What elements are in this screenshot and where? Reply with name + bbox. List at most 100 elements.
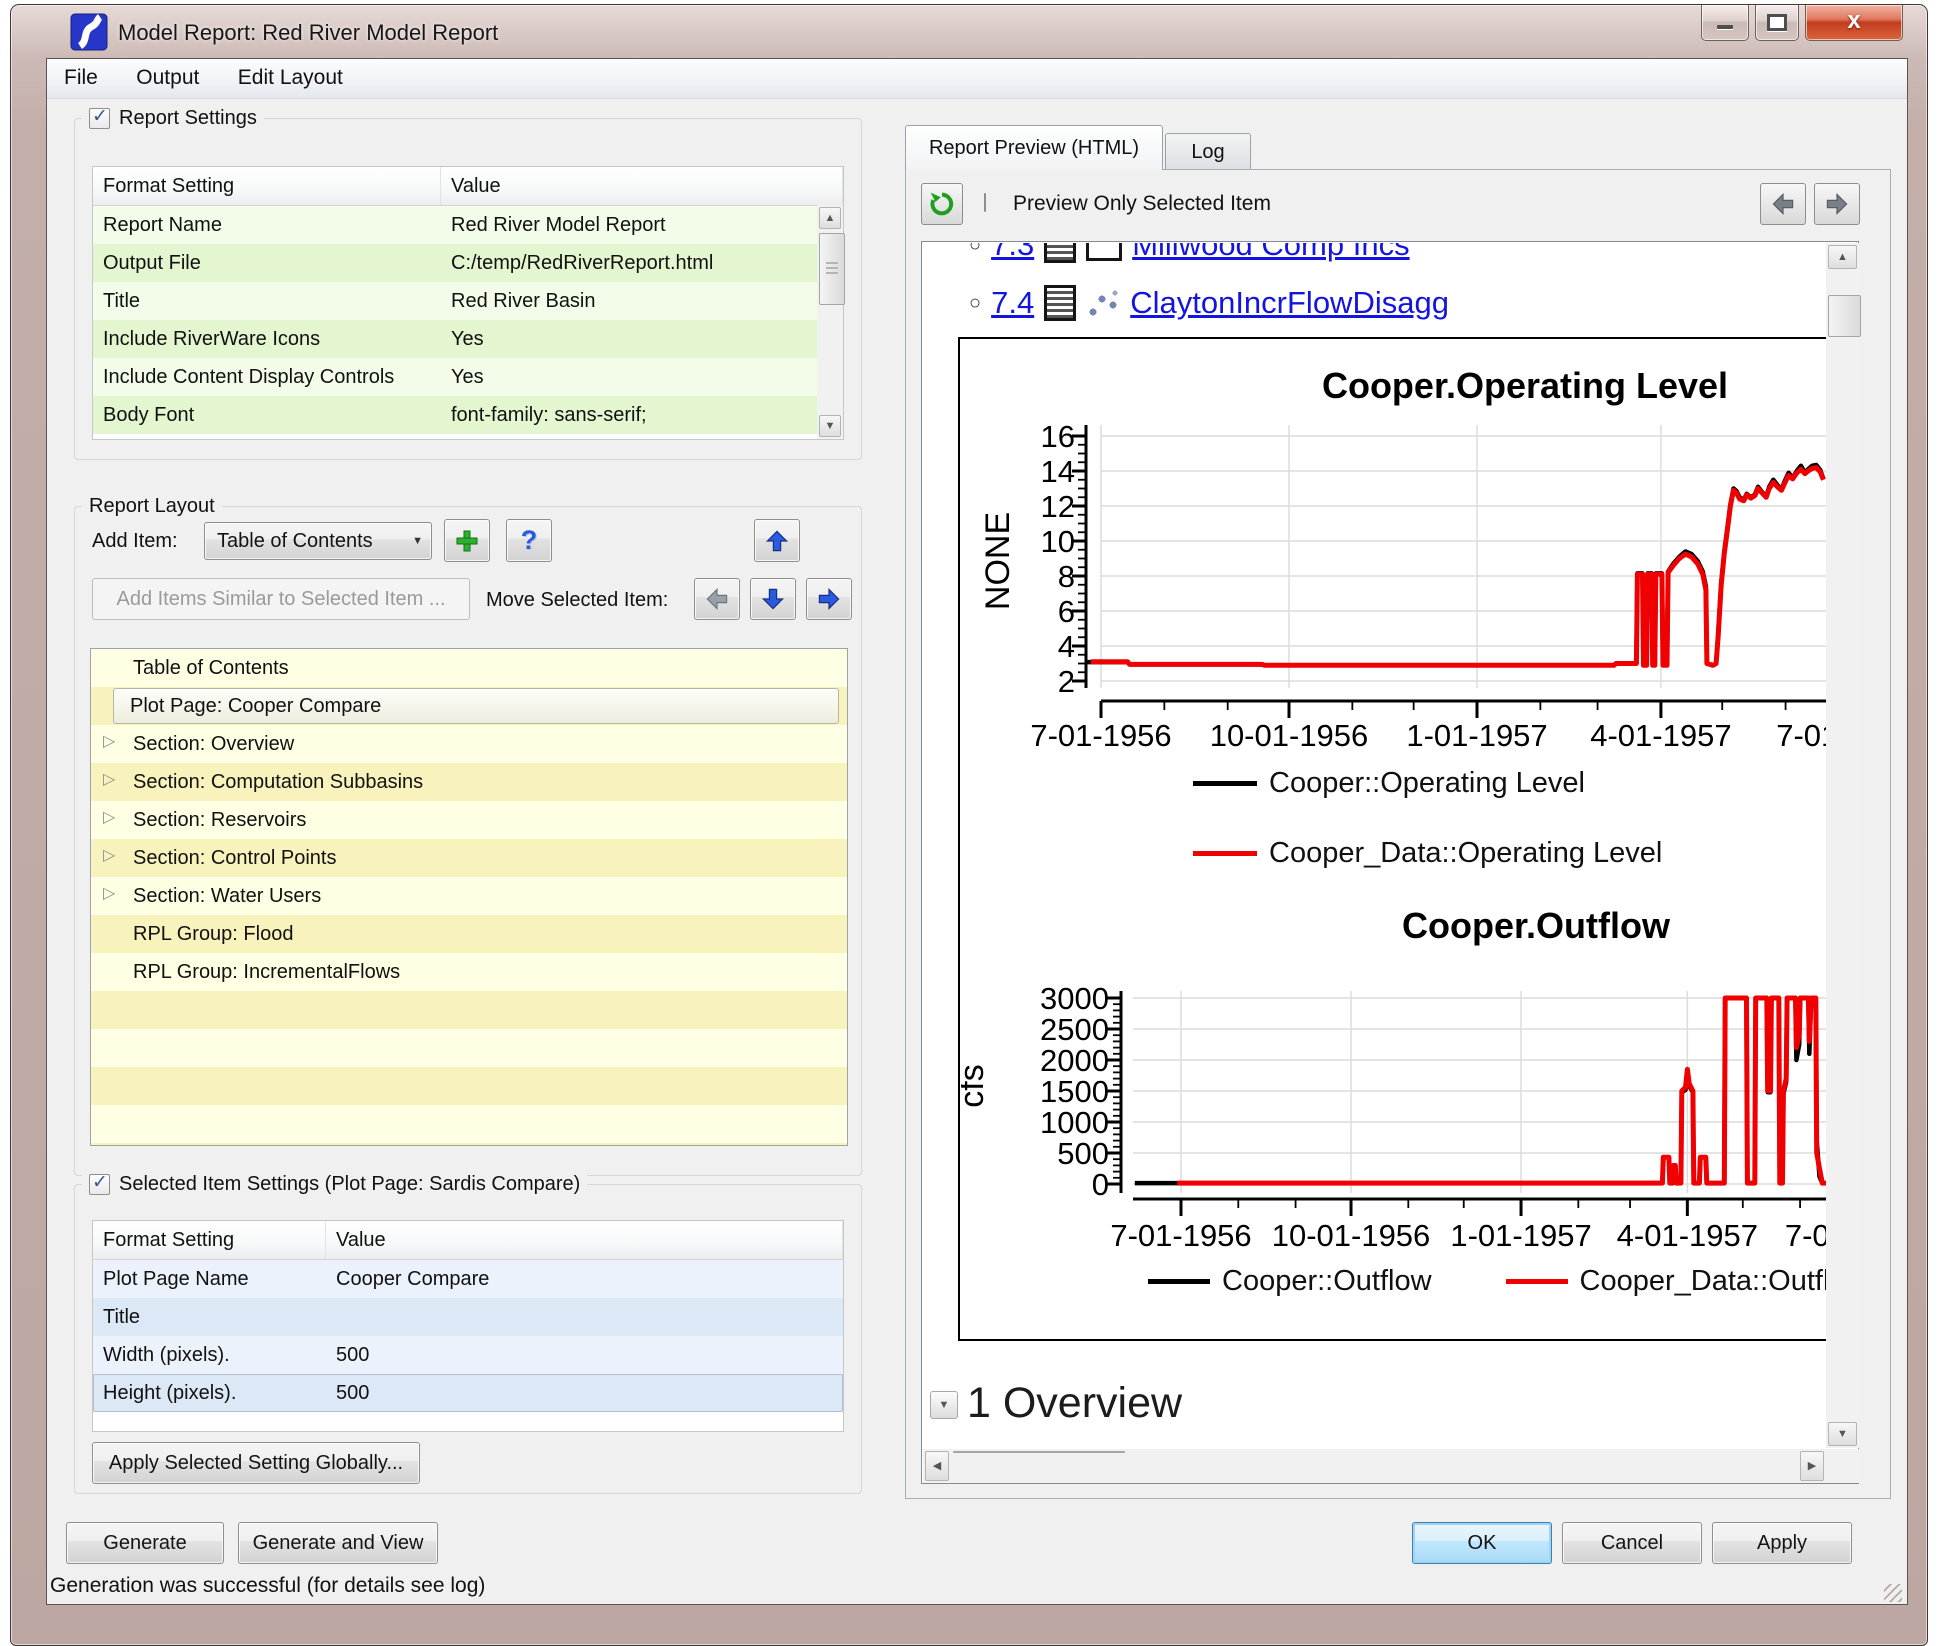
table-row[interactable]: Width (pixels).500 bbox=[93, 1336, 843, 1374]
cell-setting[interactable]: Title bbox=[93, 1306, 326, 1329]
cell-setting[interactable]: Title bbox=[93, 290, 441, 313]
table-header[interactable]: Format Setting Value bbox=[93, 1221, 843, 1260]
selected-item-settings-checkbox[interactable] bbox=[89, 1174, 110, 1195]
table-row[interactable]: Plot Page NameCooper Compare bbox=[93, 1260, 843, 1298]
cell-value[interactable]: Red River Basin bbox=[441, 290, 817, 313]
chart-title: Cooper.Outflow bbox=[1326, 905, 1746, 947]
list-item[interactable]: RPL Group: Flood bbox=[91, 915, 847, 953]
close-button[interactable]: x bbox=[1805, 5, 1903, 41]
cell-setting[interactable]: Include Content Display Controls bbox=[93, 366, 441, 389]
cell-value[interactable]: Yes bbox=[441, 328, 817, 351]
list-item[interactable]: ▷Section: Computation Subbasins bbox=[91, 763, 847, 801]
cell-value[interactable]: font-family: sans-serif; bbox=[441, 404, 817, 427]
toc-item-link[interactable]: ClaytonIncrFlowDisagg bbox=[1130, 285, 1449, 321]
minimize-button[interactable] bbox=[1701, 5, 1749, 41]
ok-button[interactable]: OK bbox=[1412, 1522, 1552, 1564]
cell-value[interactable]: 500 bbox=[326, 1382, 843, 1405]
cell-setting[interactable]: Include RiverWare Icons bbox=[93, 328, 441, 351]
column-header[interactable]: Format Setting bbox=[93, 1221, 326, 1259]
report-settings-checkbox[interactable] bbox=[89, 108, 110, 129]
table-row[interactable]: Include Content Display ControlsYes bbox=[93, 358, 817, 396]
move-left-button[interactable] bbox=[694, 578, 740, 620]
move-right-button[interactable] bbox=[806, 578, 852, 620]
cell-setting[interactable]: Output File bbox=[93, 252, 441, 275]
scrollbar-thumb[interactable] bbox=[953, 1451, 1125, 1453]
scroll-down-button[interactable]: ▼ bbox=[1828, 1422, 1857, 1446]
help-button[interactable]: ? bbox=[506, 519, 552, 562]
generate-button[interactable]: Generate bbox=[66, 1522, 224, 1564]
preview-only-checkbox[interactable] bbox=[984, 193, 986, 212]
cell-value[interactable]: Cooper Compare bbox=[326, 1268, 843, 1291]
preview-vscrollbar[interactable]: ▲ ▼ bbox=[1826, 243, 1859, 1448]
resize-grip[interactable] bbox=[1884, 1584, 1902, 1602]
nav-back-button[interactable] bbox=[1760, 183, 1806, 225]
list-item[interactable]: ▷Section: Control Points bbox=[91, 839, 847, 877]
toc-number-link[interactable]: 7.4 bbox=[991, 285, 1034, 321]
list-item[interactable]: RPL Group: IncrementalFlows bbox=[91, 953, 847, 991]
expander-icon[interactable]: ▷ bbox=[103, 886, 115, 902]
expander-icon[interactable]: ▷ bbox=[103, 810, 115, 826]
scroll-down-button[interactable]: ▼ bbox=[819, 415, 841, 437]
table-row[interactable]: Report NameRed River Model Report bbox=[93, 206, 817, 244]
add-item-button[interactable] bbox=[444, 519, 490, 562]
scrollbar-thumb[interactable] bbox=[819, 233, 845, 305]
column-header[interactable]: Value bbox=[326, 1221, 843, 1259]
apply-globally-button[interactable]: Apply Selected Setting Globally... bbox=[92, 1442, 420, 1484]
table-row[interactable]: Include RiverWare IconsYes bbox=[93, 320, 817, 358]
add-item-combobox[interactable]: Table of Contents ▼ bbox=[204, 522, 432, 560]
expander-icon[interactable]: ▷ bbox=[103, 848, 115, 864]
table-header[interactable]: Format Setting Value bbox=[93, 167, 843, 206]
table-row[interactable]: Title bbox=[93, 1298, 843, 1336]
tab-report-preview[interactable]: Report Preview (HTML) bbox=[905, 125, 1163, 170]
column-header[interactable]: Format Setting bbox=[93, 167, 441, 205]
maximize-button[interactable] bbox=[1755, 5, 1799, 41]
list-item-selected[interactable]: Plot Page: Cooper Compare bbox=[91, 687, 847, 725]
expander-icon[interactable]: ▷ bbox=[103, 734, 115, 750]
nav-forward-button[interactable] bbox=[1814, 183, 1860, 225]
preview-hscrollbar[interactable]: ◀ ▶ bbox=[923, 1449, 1826, 1483]
column-header[interactable]: Value bbox=[441, 167, 843, 205]
list-item[interactable]: ▷Section: Water Users bbox=[91, 877, 847, 915]
toc-number-link[interactable]: 7.3 bbox=[991, 243, 1034, 263]
list-item[interactable]: ▷Section: Reservoirs bbox=[91, 801, 847, 839]
scroll-up-button[interactable]: ▲ bbox=[1828, 245, 1857, 269]
cell-setting[interactable]: Width (pixels). bbox=[93, 1344, 326, 1367]
scroll-left-button[interactable]: ◀ bbox=[925, 1451, 949, 1481]
scroll-up-button[interactable]: ▲ bbox=[819, 207, 841, 229]
cell-setting[interactable]: Plot Page Name bbox=[93, 1268, 326, 1291]
cell-value[interactable]: C:/temp/RedRiverReport.html bbox=[441, 252, 817, 275]
scroll-right-button[interactable]: ▶ bbox=[1800, 1451, 1824, 1481]
cancel-button[interactable]: Cancel bbox=[1562, 1522, 1702, 1564]
table-row[interactable]: Output FileC:/temp/RedRiverReport.html bbox=[93, 244, 817, 282]
apply-button[interactable]: Apply bbox=[1712, 1522, 1852, 1564]
svg-text:10-01-1956: 10-01-1956 bbox=[1210, 718, 1369, 753]
move-down-button[interactable] bbox=[750, 578, 796, 620]
add-similar-button[interactable]: Add Items Similar to Selected Item ... bbox=[92, 578, 470, 620]
list-item[interactable]: ▷Section: Overview bbox=[91, 725, 847, 763]
svg-text:10: 10 bbox=[1041, 524, 1075, 559]
cell-value[interactable]: Red River Model Report bbox=[441, 214, 817, 237]
scrollbar-thumb[interactable] bbox=[1828, 295, 1861, 337]
toc-item-link[interactable]: Millwood Comp Incs bbox=[1132, 243, 1409, 263]
tab-log[interactable]: Log bbox=[1165, 133, 1251, 170]
svg-text:cfs: cfs bbox=[961, 1064, 991, 1107]
cell-setting[interactable]: Body Font bbox=[93, 404, 441, 427]
menu-edit-layout[interactable]: Edit Layout bbox=[221, 59, 360, 90]
menu-file[interactable]: File bbox=[47, 59, 115, 90]
table-row[interactable]: Body Fontfont-family: sans-serif; bbox=[93, 396, 817, 434]
cell-setting[interactable]: Height (pixels). bbox=[93, 1382, 326, 1405]
refresh-button[interactable] bbox=[921, 183, 963, 225]
plot-page-icon bbox=[1086, 243, 1122, 261]
cell-value[interactable]: Yes bbox=[441, 366, 817, 389]
menu-output[interactable]: Output bbox=[119, 59, 216, 90]
section-collapse-button[interactable]: ▼ bbox=[930, 1391, 958, 1419]
list-item[interactable]: Table of Contents bbox=[91, 649, 847, 687]
generate-and-view-button[interactable]: Generate and View bbox=[238, 1522, 438, 1564]
table-row[interactable]: TitleRed River Basin bbox=[93, 282, 817, 320]
cell-setting[interactable]: Report Name bbox=[93, 214, 441, 237]
table-scrollbar[interactable]: ▲ ▼ bbox=[817, 205, 843, 439]
cell-value[interactable]: 500 bbox=[326, 1344, 843, 1367]
table-row-current[interactable]: Height (pixels).500 bbox=[93, 1374, 843, 1412]
move-up-button[interactable] bbox=[754, 519, 800, 562]
expander-icon[interactable]: ▷ bbox=[103, 772, 115, 788]
